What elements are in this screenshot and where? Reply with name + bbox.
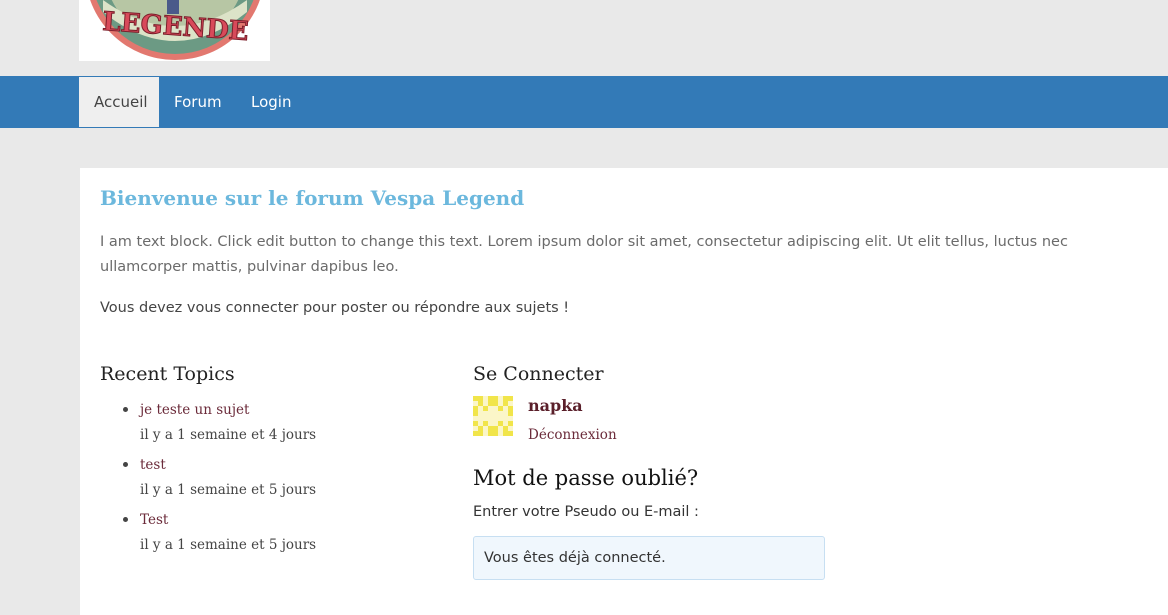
recent-topics-title: Recent Topics (100, 363, 235, 385)
topic-link[interactable]: Test (140, 508, 430, 533)
list-item: Test il y a 1 semaine et 5 jours (100, 508, 430, 558)
list-item: test il y a 1 semaine et 5 jours (100, 453, 430, 503)
login-notice: Vous devez vous connecter pour poster ou… (100, 300, 570, 316)
list-item: je teste un sujet il y a 1 semaine et 4 … (100, 398, 430, 448)
password-reset-label: Entrer votre Pseudo ou E-mail : (473, 504, 699, 520)
bullet-icon (123, 462, 128, 467)
topic-time: il y a 1 semaine et 5 jours (140, 482, 317, 498)
nav-item-accueil[interactable]: Accueil (79, 77, 159, 127)
password-reset-title: Mot de passe oublié? (473, 466, 699, 490)
bullet-icon (123, 517, 128, 522)
login-widget-title: Se Connecter (473, 363, 604, 385)
page-title: Bienvenue sur le forum Vespa Legend (100, 186, 525, 210)
recent-topics-list: je teste un sujet il y a 1 semaine et 4 … (100, 398, 430, 563)
nav-item-forum[interactable]: Forum (159, 77, 237, 127)
site-logo[interactable]: LEGENDE (79, 0, 270, 61)
bullet-icon (123, 407, 128, 412)
topic-time: il y a 1 semaine et 4 jours (140, 427, 317, 443)
main-content: Bienvenue sur le forum Vespa Legend I am… (80, 168, 1168, 615)
username-link[interactable]: napka (528, 396, 583, 415)
already-logged-in-message: Vous êtes déjà connecté. (473, 536, 825, 580)
topic-link[interactable]: test (140, 453, 430, 478)
topic-time: il y a 1 semaine et 5 jours (140, 537, 317, 553)
topic-link[interactable]: je teste un sujet (140, 398, 430, 423)
intro-text: I am text block. Click edit button to ch… (100, 234, 1068, 275)
identicon-avatar-icon[interactable] (473, 396, 513, 436)
nav-item-login[interactable]: Login (236, 77, 306, 127)
main-navbar: Accueil Forum Login (0, 76, 1168, 128)
logout-link[interactable]: Déconnexion (528, 427, 617, 443)
